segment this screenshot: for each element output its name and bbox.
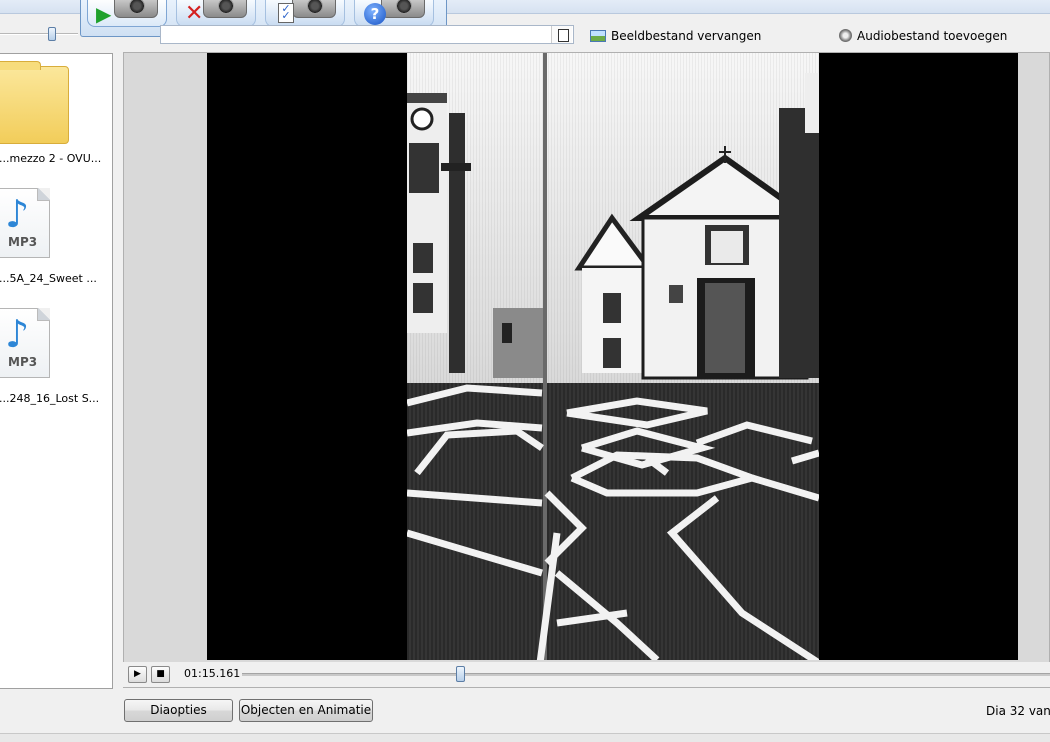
- audio-file-icon: [839, 29, 852, 42]
- church-photo-drawing: [407, 53, 819, 660]
- checklist-icon: ✓ ✓: [278, 3, 294, 23]
- folder-icon[interactable]: [0, 61, 69, 144]
- help-button[interactable]: ?: [354, 0, 434, 27]
- music-note-icon: ♪: [5, 192, 30, 236]
- file-label[interactable]: ...mezzo 2 - OVU...: [0, 152, 111, 165]
- slide-photo: [407, 53, 819, 660]
- help-icon: ?: [364, 3, 386, 25]
- play-show-button[interactable]: ▶: [87, 0, 167, 27]
- delete-x-icon: ✕: [185, 1, 204, 26]
- time-readout: 01:15.161: [184, 667, 241, 680]
- file-browser-panel[interactable]: ...mezzo 2 - OVU... ♪ MP3 ...5A_24_Sweet…: [0, 53, 113, 689]
- checklist-button[interactable]: ✓ ✓: [265, 0, 345, 27]
- play-icon: ▶: [96, 2, 112, 26]
- play-button[interactable]: ▶: [128, 666, 147, 683]
- mp3-badge: MP3: [8, 355, 38, 369]
- mp3-badge: MP3: [8, 235, 38, 249]
- add-audio-action[interactable]: Audiobestand toevoegen: [839, 27, 1007, 44]
- music-note-icon: ♪: [5, 312, 30, 356]
- slide-options-button[interactable]: Diaopties: [124, 699, 233, 722]
- objects-animation-button[interactable]: Objecten en Animatie: [239, 699, 373, 722]
- image-filename-field[interactable]: [160, 25, 574, 44]
- camera-icon: [203, 0, 247, 18]
- zoom-slider-thumb[interactable]: [48, 27, 56, 41]
- seek-slider-thumb[interactable]: [456, 666, 465, 682]
- image-file-icon: [590, 29, 606, 42]
- browse-file-button[interactable]: [551, 26, 572, 43]
- seek-slider-track[interactable]: [242, 673, 1050, 676]
- camera-icon: [381, 0, 425, 18]
- file-label[interactable]: ...5A_24_Sweet ...: [0, 272, 111, 285]
- mp3-file-icon[interactable]: ♪ MP3: [0, 308, 50, 378]
- slide-preview-screen[interactable]: [207, 53, 1018, 660]
- add-audio-label: Audiobestand toevoegen: [857, 28, 1008, 43]
- camera-icon: [114, 0, 158, 18]
- replace-image-label: Beeldbestand vervangen: [611, 28, 762, 43]
- mp3-file-icon[interactable]: ♪ MP3: [0, 188, 50, 258]
- zoom-slider-track[interactable]: [0, 33, 78, 35]
- slide-status-text: Dia 32 van 8...: [986, 704, 1050, 718]
- camera-icon: [292, 0, 336, 18]
- file-label[interactable]: ...248_16_Lost S...: [0, 392, 111, 405]
- delete-button[interactable]: ✕: [176, 0, 256, 27]
- replace-image-action[interactable]: Beeldbestand vervangen: [590, 27, 761, 44]
- stop-button[interactable]: ■: [151, 666, 170, 683]
- window-bottom-edge: [0, 733, 1050, 742]
